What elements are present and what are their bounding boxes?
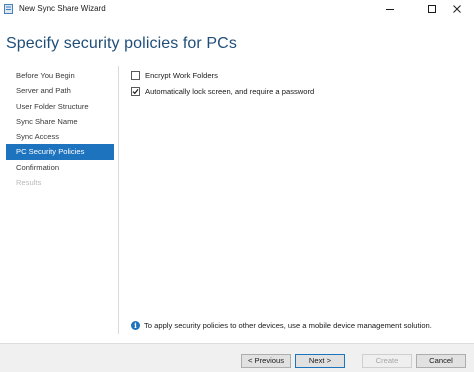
nav-item-sync-access[interactable]: Sync Access <box>6 129 114 144</box>
previous-button[interactable]: < Previous <box>241 354 291 368</box>
auto-lock-checkbox[interactable] <box>131 87 140 96</box>
title-bar: New Sync Share Wizard <box>0 0 474 20</box>
nav-item-confirmation[interactable]: Confirmation <box>6 160 114 175</box>
wizard-app-icon <box>4 4 13 14</box>
wizard-footer: < Previous Next > Create Cancel <box>0 343 474 372</box>
page-title: Specify security policies for PCs <box>6 35 237 52</box>
info-icon: i <box>131 321 140 330</box>
wizard-step-nav: Before You Begin Server and Path User Fo… <box>6 68 114 190</box>
encrypt-work-folders-option[interactable]: Encrypt Work Folders <box>131 71 218 80</box>
minimize-icon <box>386 9 394 10</box>
next-button[interactable]: Next > <box>295 354 345 368</box>
info-message: i To apply security policies to other de… <box>131 321 432 330</box>
auto-lock-label[interactable]: Automatically lock screen, and require a… <box>145 87 314 96</box>
encrypt-work-folders-label[interactable]: Encrypt Work Folders <box>145 71 218 80</box>
close-icon <box>453 5 461 13</box>
nav-item-user-folder-structure[interactable]: User Folder Structure <box>6 99 114 114</box>
nav-item-sync-share-name[interactable]: Sync Share Name <box>6 114 114 129</box>
cancel-button[interactable]: Cancel <box>416 354 466 368</box>
minimize-button[interactable] <box>375 0 405 18</box>
checkmark-icon <box>132 89 139 95</box>
nav-item-pc-security-policies[interactable]: PC Security Policies <box>6 144 114 160</box>
info-text: To apply security policies to other devi… <box>144 321 432 330</box>
encrypt-work-folders-checkbox[interactable] <box>131 71 140 80</box>
nav-item-before-you-begin[interactable]: Before You Begin <box>6 68 114 83</box>
nav-item-results: Results <box>16 178 42 188</box>
create-button: Create <box>362 354 412 368</box>
window-title: New Sync Share Wizard <box>19 4 106 13</box>
auto-lock-option[interactable]: Automatically lock screen, and require a… <box>131 87 314 96</box>
close-button[interactable] <box>442 0 472 18</box>
nav-divider <box>118 66 119 334</box>
maximize-icon <box>428 5 436 13</box>
nav-item-server-and-path[interactable]: Server and Path <box>6 83 114 98</box>
